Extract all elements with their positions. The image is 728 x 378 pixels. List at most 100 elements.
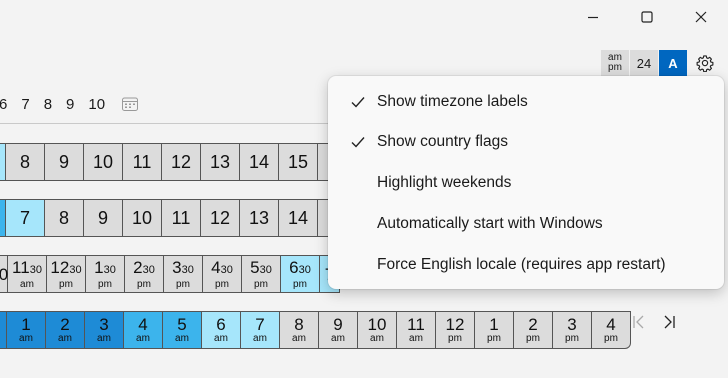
hour-cell[interactable]: 8 xyxy=(45,199,84,237)
menu-item-show-country-flags[interactable]: Show country flags xyxy=(328,122,724,162)
calendar-button[interactable] xyxy=(121,96,139,112)
hour-cell[interactable]: 1 pm xyxy=(475,311,514,349)
hour-cell[interactable]: 14 xyxy=(279,199,318,237)
hour-cell[interactable]: 12 pm xyxy=(436,311,475,349)
hour-number: 11 xyxy=(407,315,425,334)
ampm-label: pm xyxy=(176,278,190,290)
hour-number: 5 xyxy=(177,315,187,334)
hour-number: 6 xyxy=(216,315,226,334)
go-last-button[interactable] xyxy=(662,314,676,335)
hour-number: 5 xyxy=(250,257,260,277)
hour-number: 12 xyxy=(445,315,465,334)
hour-cell[interactable]: 10 am xyxy=(358,311,397,349)
menu-item-label: Automatically start with Windows xyxy=(377,215,603,232)
hour-cell[interactable]: 330 pm xyxy=(164,255,203,293)
skip-back-icon xyxy=(633,315,644,329)
go-first-button[interactable] xyxy=(632,314,646,335)
ampm-label: pm xyxy=(293,278,307,290)
timezone-row: 1 am 2 am 3 am 4 am 5 am 6 am 7 am 8 am 9 am 10 am… xyxy=(0,311,631,349)
close-button[interactable] xyxy=(674,0,728,34)
hour-cell[interactable]: 11 xyxy=(123,143,162,181)
auto-format-toggle[interactable]: A xyxy=(659,50,688,76)
hour-cell[interactable]: 9 am xyxy=(319,311,358,349)
menu-item-label: Force English locale (requires app resta… xyxy=(377,256,666,273)
hour-cell[interactable]: 3 am xyxy=(85,311,124,349)
hour-cell[interactable]: 130 pm xyxy=(86,255,125,293)
hour-cell[interactable]: 8 xyxy=(6,143,45,181)
settings-button[interactable] xyxy=(693,52,717,74)
hour-cell[interactable] xyxy=(0,311,7,349)
menu-item-highlight-weekends[interactable]: Highlight weekends xyxy=(328,163,724,203)
hour-cell[interactable]: 1 am xyxy=(7,311,46,349)
maximize-button[interactable] xyxy=(620,0,674,34)
hour-cell[interactable]: 1130 am xyxy=(8,255,47,293)
hour-cell[interactable]: 10 xyxy=(123,199,162,237)
minimize-button[interactable] xyxy=(566,0,620,34)
hour-cell[interactable]: 11 xyxy=(162,199,201,237)
hour-cell[interactable]: 5 am xyxy=(163,311,202,349)
hour-cell[interactable]: 0 xyxy=(0,255,8,293)
ampm-label: pm xyxy=(448,333,462,344)
minute-number: 30 xyxy=(259,263,272,276)
minute-number: 30 xyxy=(298,263,311,276)
hour-cell[interactable]: 9 xyxy=(84,199,123,237)
hour-cell[interactable]: 3 pm xyxy=(553,311,592,349)
hour-cell[interactable]: 2 pm xyxy=(514,311,553,349)
ampm-toggle[interactable]: am pm xyxy=(601,50,630,76)
hour-cell[interactable]: 12 xyxy=(162,143,201,181)
hour-number: 2 xyxy=(60,315,70,334)
menu-item-show-timezone-labels[interactable]: Show timezone labels xyxy=(328,82,724,122)
hour-cell[interactable]: 11 am xyxy=(397,311,436,349)
hour-cell[interactable]: 14 xyxy=(240,143,279,181)
hour-cell[interactable]: 4 pm xyxy=(592,311,631,349)
timezone-row: 0 1130 am 1230 pm 130 pm 230 pm 330 pm 430 pm … xyxy=(0,255,340,293)
ampm-label: am xyxy=(58,333,72,344)
hour-number: 2 xyxy=(528,315,538,334)
hour-cell[interactable]: 2 am xyxy=(46,311,85,349)
hour-cell[interactable]: 530 pm xyxy=(242,255,281,293)
hour-number: 1 xyxy=(489,315,499,334)
hour-cell[interactable]: 630 pm xyxy=(281,255,320,293)
menu-item-autostart[interactable]: Automatically start with Windows xyxy=(328,204,724,244)
ampm-label: am xyxy=(253,333,267,344)
hour-number: 4 xyxy=(138,315,148,334)
ampm-bottom-label: pm xyxy=(608,62,622,73)
hour-number: 0 xyxy=(0,264,9,284)
hour-cell[interactable]: 4 am xyxy=(124,311,163,349)
hour-cell[interactable]: 430 pm xyxy=(203,255,242,293)
calendar-icon xyxy=(122,97,139,111)
hour-cell[interactable]: 7 am xyxy=(241,311,280,349)
hour-number: 9 xyxy=(333,315,343,334)
hour-cell[interactable]: 13 xyxy=(240,199,279,237)
ampm-label: am xyxy=(19,333,33,344)
ampm-label: pm xyxy=(98,278,112,290)
hour-cell[interactable]: 10 xyxy=(84,143,123,181)
menu-item-force-english[interactable]: Force English locale (requires app resta… xyxy=(328,245,724,285)
ampm-label: am xyxy=(409,333,423,344)
hour-cell[interactable]: 13 xyxy=(201,143,240,181)
skip-forward-icon xyxy=(664,315,675,329)
hour-cell[interactable]: 9 xyxy=(45,143,84,181)
hour-number: 1 xyxy=(21,315,31,334)
hour-cell[interactable]: 230 pm xyxy=(125,255,164,293)
ampm-label: am xyxy=(370,333,384,344)
hour-number: 10 xyxy=(367,315,387,334)
24h-toggle[interactable]: 24 xyxy=(630,50,659,76)
close-icon xyxy=(695,11,707,23)
menu-item-label: Highlight weekends xyxy=(377,174,512,191)
hour-cell[interactable]: 12 xyxy=(201,199,240,237)
minute-number: 30 xyxy=(142,263,155,276)
hour-cell[interactable]: 1230 pm xyxy=(47,255,86,293)
hour-cell[interactable]: 8 am xyxy=(280,311,319,349)
ampm-label: pm xyxy=(487,333,501,344)
hour-number: 3 xyxy=(99,315,109,334)
hour-label: 8 xyxy=(43,95,53,113)
window-controls xyxy=(566,0,728,34)
hour-cell[interactable]: 6 am xyxy=(202,311,241,349)
hour-number: 3 xyxy=(567,315,577,334)
time-navigation xyxy=(632,314,676,335)
hour-cell[interactable]: 15 xyxy=(279,143,318,181)
minute-number: 30 xyxy=(69,263,82,276)
ampm-label: am xyxy=(175,333,189,344)
hour-cell[interactable]: 7 xyxy=(6,199,45,237)
